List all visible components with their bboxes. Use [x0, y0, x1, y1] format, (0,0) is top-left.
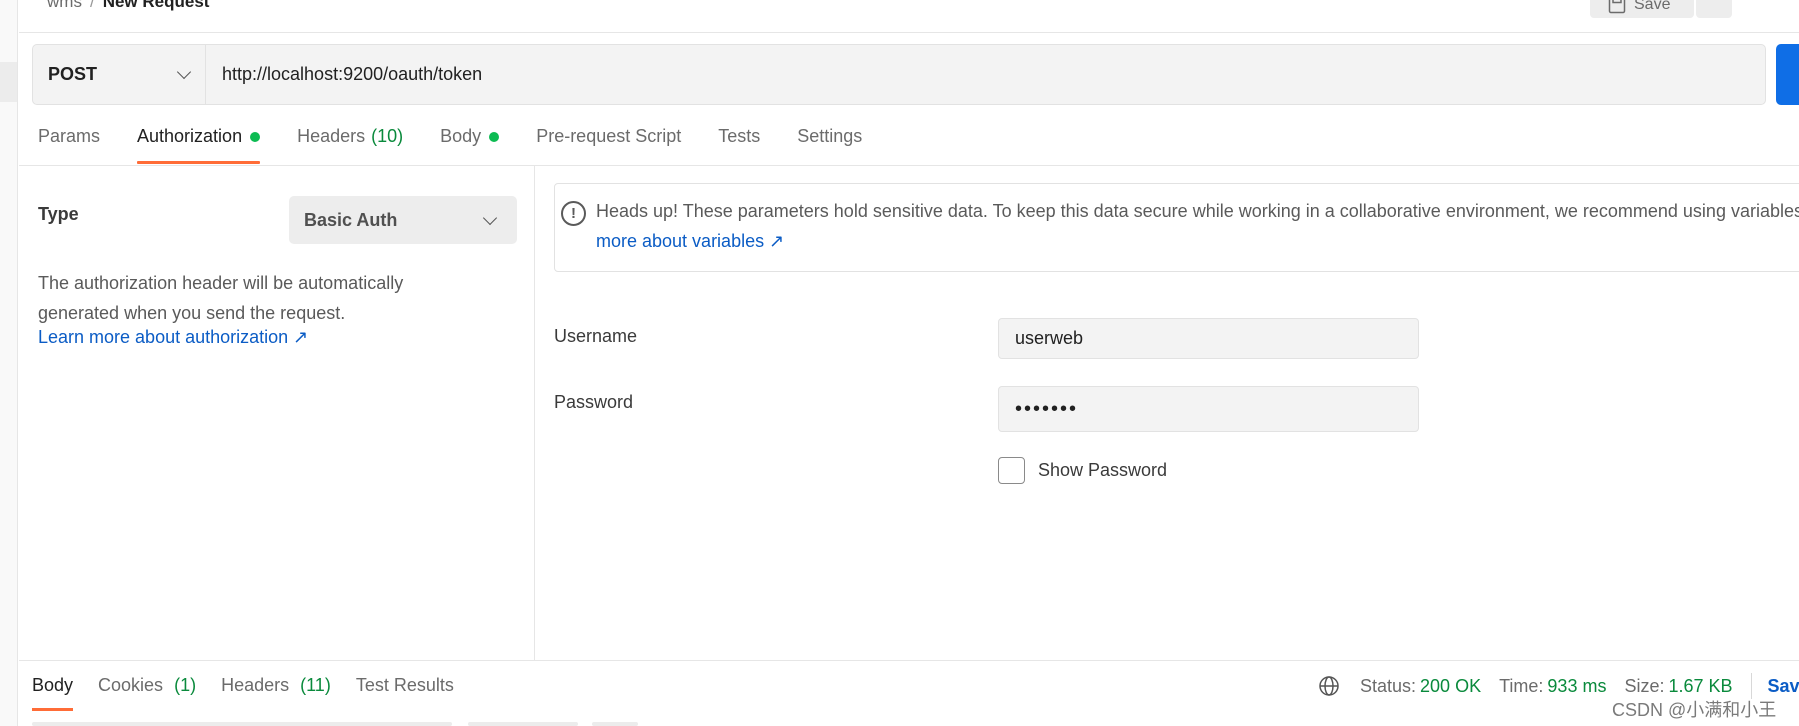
response-cookies-count: (1) — [174, 675, 197, 695]
tab-pre-request-script[interactable]: Pre-request Script — [536, 126, 681, 166]
info-icon: ! — [561, 201, 586, 226]
password-label: Password — [554, 392, 634, 412]
response-tab-test-results-label: Test Results — [355, 675, 454, 695]
tab-params[interactable]: Params — [38, 126, 100, 166]
response-tab-cookies[interactable]: Cookies (1) — [98, 675, 196, 696]
time-value[interactable]: 933 ms — [1547, 676, 1606, 697]
response-toolbar-strip — [32, 722, 452, 726]
response-tab-body-label: Body — [32, 675, 74, 695]
request-url-bar: POST http://localhost:9200/oauth/token — [32, 44, 1766, 105]
sidebar-selected-item[interactable] — [0, 62, 17, 102]
username-input[interactable]: userweb — [998, 318, 1419, 359]
breadcrumb-separator: / — [89, 0, 95, 11]
chevron-down-icon — [176, 64, 192, 80]
notice-text: Heads up! These parameters hold sensitiv… — [596, 196, 1799, 256]
time-label: Time: — [1499, 675, 1544, 696]
size-value[interactable]: 1.67 KB — [1668, 676, 1732, 697]
auth-type-select[interactable]: Basic Auth — [289, 196, 517, 244]
send-button[interactable] — [1776, 44, 1799, 105]
response-tab-cookies-label: Cookies — [98, 675, 164, 695]
tab-settings-label: Settings — [797, 126, 863, 146]
method-select[interactable]: POST — [33, 45, 206, 104]
response-tab-body[interactable]: Body — [32, 675, 74, 711]
breadcrumb: wms / New Request — [47, 0, 209, 12]
tab-settings[interactable]: Settings — [797, 126, 862, 166]
method-value: POST — [48, 64, 98, 84]
watermark: CSDN @小满和小王 — [1612, 700, 1777, 720]
response-tab-headers[interactable]: Headers (11) — [221, 675, 331, 696]
response-headers-count: (11) — [300, 675, 331, 695]
show-password-label: Show Password — [1038, 460, 1168, 480]
save-options-button[interactable] — [1696, 0, 1732, 18]
learn-more-authorization-link[interactable]: Learn more about authorization ↗ — [38, 327, 308, 348]
url-input[interactable]: http://localhost:9200/oauth/token — [206, 64, 482, 85]
globe-icon[interactable] — [1318, 675, 1340, 697]
breadcrumb-parent[interactable]: wms — [47, 0, 82, 11]
tab-headers-count: (10) — [371, 126, 404, 146]
save-response-button[interactable]: Save — [1768, 676, 1799, 697]
tab-tests[interactable]: Tests — [718, 126, 760, 166]
save-request-label: Save — [1634, 0, 1671, 13]
tab-body[interactable]: Body — [440, 126, 500, 166]
tab-params-label: Params — [38, 126, 101, 146]
tab-headers-label: Headers — [297, 126, 366, 146]
auth-type-panel: Type Basic Auth The authorization header… — [19, 166, 535, 660]
auth-description: The authorization header will be automat… — [38, 273, 404, 323]
response-toolbar-strip — [592, 722, 638, 726]
show-password-row[interactable]: Show Password — [998, 457, 1167, 484]
response-toolbar-strip — [468, 722, 578, 726]
tab-tests-label: Tests — [718, 126, 761, 146]
tab-headers[interactable]: Headers (10) — [297, 126, 403, 166]
save-request-button[interactable]: Save — [1590, 0, 1694, 18]
auth-type-label: Type — [38, 204, 79, 224]
save-icon — [1608, 0, 1626, 14]
chevron-down-icon — [482, 210, 498, 225]
response-tab-headers-label: Headers — [221, 675, 290, 695]
breadcrumb-current[interactable]: New Request — [103, 0, 210, 11]
password-input[interactable]: ••••••• — [998, 386, 1419, 432]
tab-pre-request-label: Pre-request Script — [536, 126, 682, 146]
size-label: Size: — [1624, 675, 1665, 696]
notice-message: Heads up! These parameters hold sensitiv… — [596, 201, 1799, 221]
username-label: Username — [554, 326, 638, 346]
response-divider — [19, 660, 1799, 661]
response-tab-test-results[interactable]: Test Results — [356, 675, 454, 696]
active-indicator-dot — [489, 132, 500, 142]
request-tabs: Params Authorization Headers (10) Body Pr… — [38, 126, 899, 166]
tab-authorization-label: Authorization — [137, 126, 243, 146]
show-password-checkbox[interactable] — [998, 457, 1025, 484]
tab-body-label: Body — [440, 126, 482, 146]
left-sidebar-gutter — [0, 0, 18, 726]
active-indicator-dot — [250, 132, 261, 142]
request-header-bar: wms / New Request Save — [19, 0, 1799, 33]
status-label: Status: — [1360, 675, 1417, 696]
sensitive-data-notice: ! Heads up! These parameters hold sensit… — [554, 183, 1799, 272]
response-tabs: Body Cookies (1) Headers (11) Test Resul… — [32, 675, 479, 711]
tab-authorization[interactable]: Authorization — [137, 126, 261, 166]
status-value[interactable]: 200 OK — [1420, 676, 1481, 697]
auth-type-value: Basic Auth — [304, 209, 398, 230]
